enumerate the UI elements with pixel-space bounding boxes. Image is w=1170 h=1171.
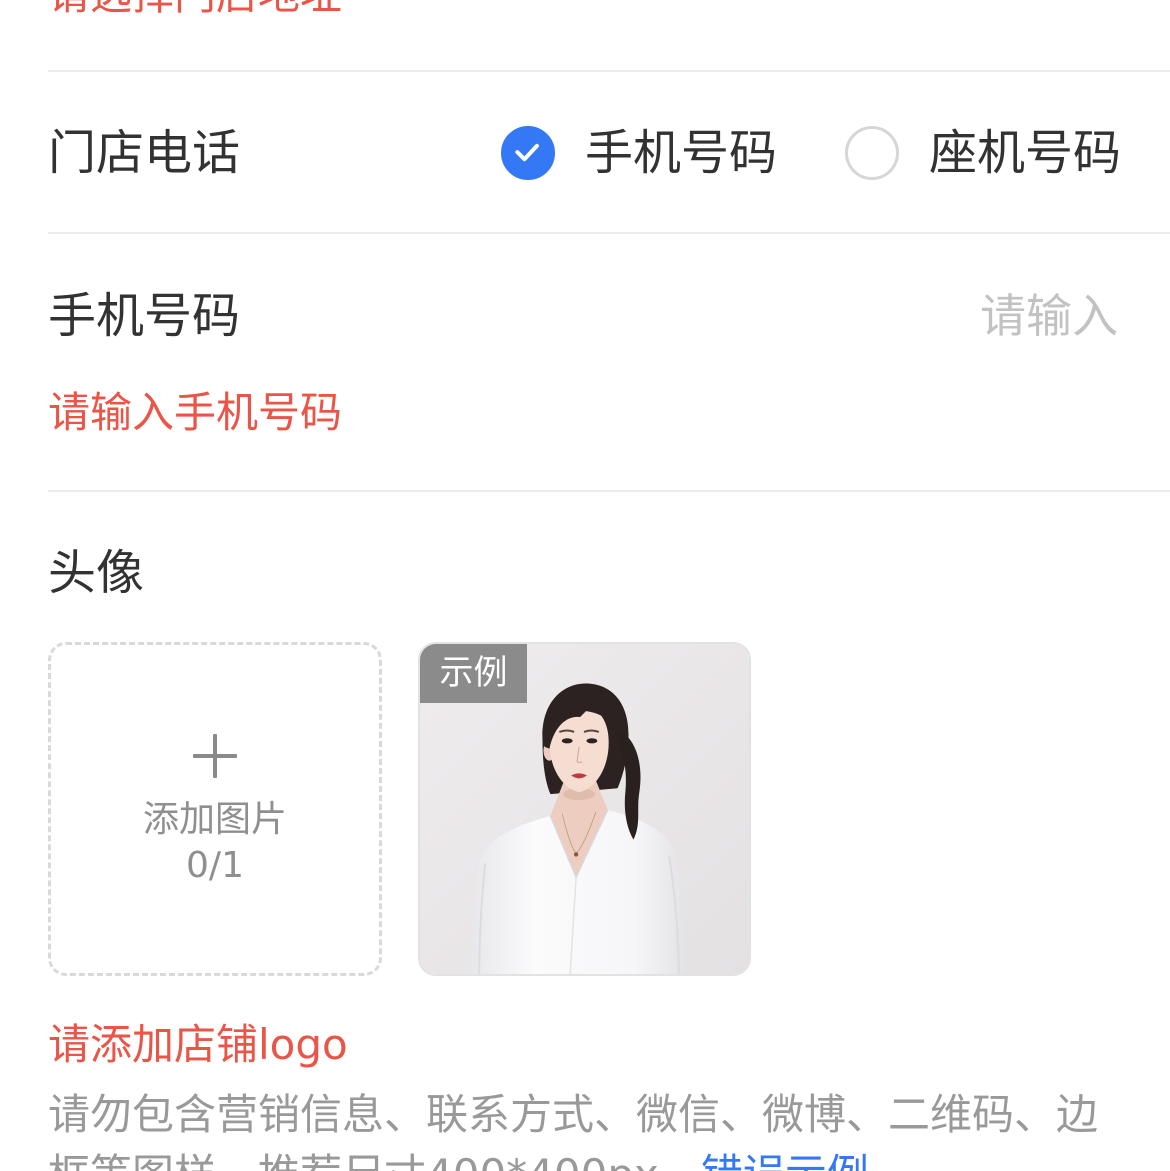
- example-image[interactable]: 示例: [418, 642, 751, 976]
- example-badge: 示例: [420, 644, 527, 703]
- upload-hint-text: 请勿包含营销信息、联系方式、微信、微博、二维码、边框等图样，推荐尺寸400*40…: [48, 1090, 1099, 1171]
- radio-label-mobile[interactable]: 手机号码: [585, 123, 777, 183]
- mobile-label: 手机号码: [48, 288, 241, 344]
- store-phone-radio-group: 手机号码 座机号码: [0, 123, 1170, 183]
- mobile-error-text: 请输入手机号码: [48, 388, 343, 437]
- radio-circle-icon[interactable]: [501, 126, 555, 180]
- address-error-clip: 请选择门店地址: [48, 0, 648, 16]
- avatar-upload-button[interactable]: 添加图片 0/1: [48, 642, 382, 976]
- radio-option-mobile[interactable]: 手机号码: [501, 123, 777, 183]
- upload-hint: 请勿包含营销信息、联系方式、微信、微博、二维码、边框等图样，推荐尺寸400*40…: [48, 1085, 1120, 1171]
- left-eye: [561, 738, 573, 744]
- necklace-pendant: [573, 852, 579, 857]
- address-error-text: 请选择门店地址: [48, 0, 342, 16]
- upload-label: 添加图片: [142, 799, 287, 840]
- plus-icon: [193, 734, 237, 778]
- avatar-label: 头像: [48, 545, 145, 601]
- logo-error-text: 请添加店铺logo: [48, 1020, 348, 1069]
- right-eye: [586, 738, 598, 744]
- mobile-row: 手机号码 请输入手机号码: [0, 234, 1170, 490]
- radio-option-landline[interactable]: 座机号码: [845, 123, 1121, 183]
- error-example-link[interactable]: 错误示例: [701, 1150, 869, 1171]
- upload-count: 0/1: [186, 845, 244, 886]
- store-phone-row: 门店电话 手机号码 座机号码: [0, 72, 1170, 232]
- radio-circle-icon[interactable]: [845, 126, 899, 180]
- mobile-input[interactable]: [478, 286, 1118, 346]
- check-icon: [515, 143, 539, 162]
- radio-label-landline[interactable]: 座机号码: [929, 123, 1121, 183]
- avatar-section: 头像 添加图片 0/1 示例 请添加店铺logo 请勿包含营销信息、联系方式、微…: [0, 492, 1170, 1171]
